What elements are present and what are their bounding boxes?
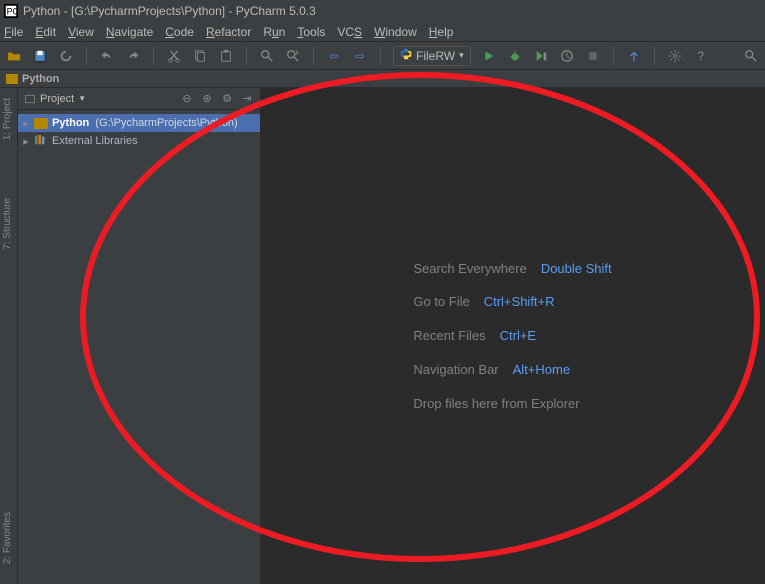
- chevron-down-icon[interactable]: ▼: [78, 94, 86, 103]
- hint-go-to-file: Go to File Ctrl+Shift+R: [413, 285, 611, 319]
- chevron-down-icon: ▾: [459, 50, 464, 61]
- menu-tools[interactable]: Tools: [297, 25, 325, 39]
- project-icon: [24, 93, 36, 105]
- menubar: File Edit View Navigate Code Refactor Ru…: [0, 22, 765, 42]
- hint-drop-files: Drop files here from Explorer: [413, 387, 611, 421]
- menu-window[interactable]: Window: [374, 25, 417, 39]
- hide-icon[interactable]: ⇥: [240, 92, 254, 105]
- toolbar-separator: [613, 47, 614, 65]
- collapse-icon[interactable]: ⊖: [180, 92, 194, 105]
- run-coverage-icon[interactable]: [533, 48, 549, 64]
- editor-empty-state: Search Everywhere Double Shift Go to Fil…: [260, 88, 765, 584]
- save-icon[interactable]: [32, 48, 48, 64]
- tree-row-external-libs[interactable]: ▸ External Libraries: [18, 132, 260, 150]
- open-icon[interactable]: [6, 48, 22, 64]
- window-title: Python - [G:\PycharmProjects\Python] - P…: [23, 4, 316, 18]
- toolbar-separator: [153, 47, 154, 65]
- folder-icon: [6, 74, 18, 84]
- toolbar: ⇦ ⇨ FileRW ▾ ?: [0, 42, 765, 70]
- vcs-update-icon[interactable]: [626, 48, 642, 64]
- tree-item-name: External Libraries: [52, 135, 138, 147]
- tree-row-project-root[interactable]: ▸ Python (G:\PycharmProjects\Python): [18, 114, 260, 132]
- hint-navigation-bar: Navigation Bar Alt+Home: [413, 353, 611, 387]
- menu-file[interactable]: File: [4, 25, 23, 39]
- tree-item-path: (G:\PycharmProjects\Python): [95, 117, 237, 129]
- titlebar: PC Python - [G:\PycharmProjects\Python] …: [0, 0, 765, 22]
- app-icon: PC: [4, 4, 18, 18]
- undo-icon[interactable]: [99, 48, 115, 64]
- cut-icon[interactable]: [166, 48, 182, 64]
- help-icon[interactable]: ?: [693, 48, 709, 64]
- breadcrumb[interactable]: Python: [0, 70, 765, 88]
- toolbar-separator: [86, 47, 87, 65]
- forward-icon[interactable]: ⇨: [352, 48, 368, 64]
- replace-icon[interactable]: [285, 48, 301, 64]
- toolbar-separator: [246, 47, 247, 65]
- svg-text:PC: PC: [7, 7, 18, 17]
- menu-code[interactable]: Code: [165, 25, 194, 39]
- menu-edit[interactable]: Edit: [35, 25, 56, 39]
- run-config-selector[interactable]: FileRW ▾: [393, 46, 471, 66]
- redo-icon[interactable]: [125, 48, 141, 64]
- menu-help[interactable]: Help: [429, 25, 454, 39]
- empty-state-hints: Search Everywhere Double Shift Go to Fil…: [413, 252, 611, 421]
- menu-vcs[interactable]: VCS: [337, 25, 362, 39]
- side-tab-structure[interactable]: 7: Structure: [2, 198, 13, 250]
- gear-icon[interactable]: ⚙: [220, 92, 234, 105]
- hint-recent-files: Recent Files Ctrl+E: [413, 319, 611, 353]
- side-tabs-left: 1: Project 7: Structure 2: Favorites: [0, 88, 18, 584]
- stop-icon[interactable]: [585, 48, 601, 64]
- expand-icon[interactable]: ⊕: [200, 92, 214, 105]
- folder-icon: [34, 118, 48, 129]
- run-icon[interactable]: [481, 48, 497, 64]
- back-icon[interactable]: ⇦: [326, 48, 342, 64]
- settings-icon[interactable]: [667, 48, 683, 64]
- menu-view[interactable]: View: [68, 25, 94, 39]
- copy-icon[interactable]: [192, 48, 208, 64]
- tree-arrow-icon[interactable]: ▸: [22, 117, 30, 130]
- tree-item-name: Python: [52, 117, 89, 129]
- menu-run[interactable]: Run: [263, 25, 285, 39]
- menu-navigate[interactable]: Navigate: [106, 25, 153, 39]
- run-config-label: FileRW: [416, 49, 455, 63]
- toolbar-separator: [380, 47, 381, 65]
- project-tab-label[interactable]: Project: [40, 93, 74, 105]
- library-icon: [34, 134, 48, 149]
- search-everywhere-icon[interactable]: [743, 48, 759, 64]
- debug-icon[interactable]: [507, 48, 523, 64]
- toolbar-separator: [313, 47, 314, 65]
- tree-arrow-icon[interactable]: ▸: [22, 135, 30, 148]
- hint-search-everywhere: Search Everywhere Double Shift: [413, 252, 611, 286]
- main-area: 1: Project 7: Structure 2: Favorites Pro…: [0, 88, 765, 584]
- project-pane: Project ▼ ⊖ ⊕ ⚙ ⇥ ▸ Python (G:\PycharmPr…: [18, 88, 260, 584]
- python-icon: [400, 48, 412, 63]
- project-tree[interactable]: ▸ Python (G:\PycharmProjects\Python) ▸ E…: [18, 110, 260, 584]
- side-tab-favorites[interactable]: 2: Favorites: [2, 512, 13, 564]
- breadcrumb-root: Python: [22, 73, 59, 85]
- side-tab-project[interactable]: 1: Project: [2, 98, 13, 140]
- paste-icon[interactable]: [218, 48, 234, 64]
- find-icon[interactable]: [259, 48, 275, 64]
- profile-icon[interactable]: [559, 48, 575, 64]
- toolbar-separator: [654, 47, 655, 65]
- sync-icon[interactable]: [58, 48, 74, 64]
- menu-refactor[interactable]: Refactor: [206, 25, 251, 39]
- project-header: Project ▼ ⊖ ⊕ ⚙ ⇥: [18, 88, 260, 110]
